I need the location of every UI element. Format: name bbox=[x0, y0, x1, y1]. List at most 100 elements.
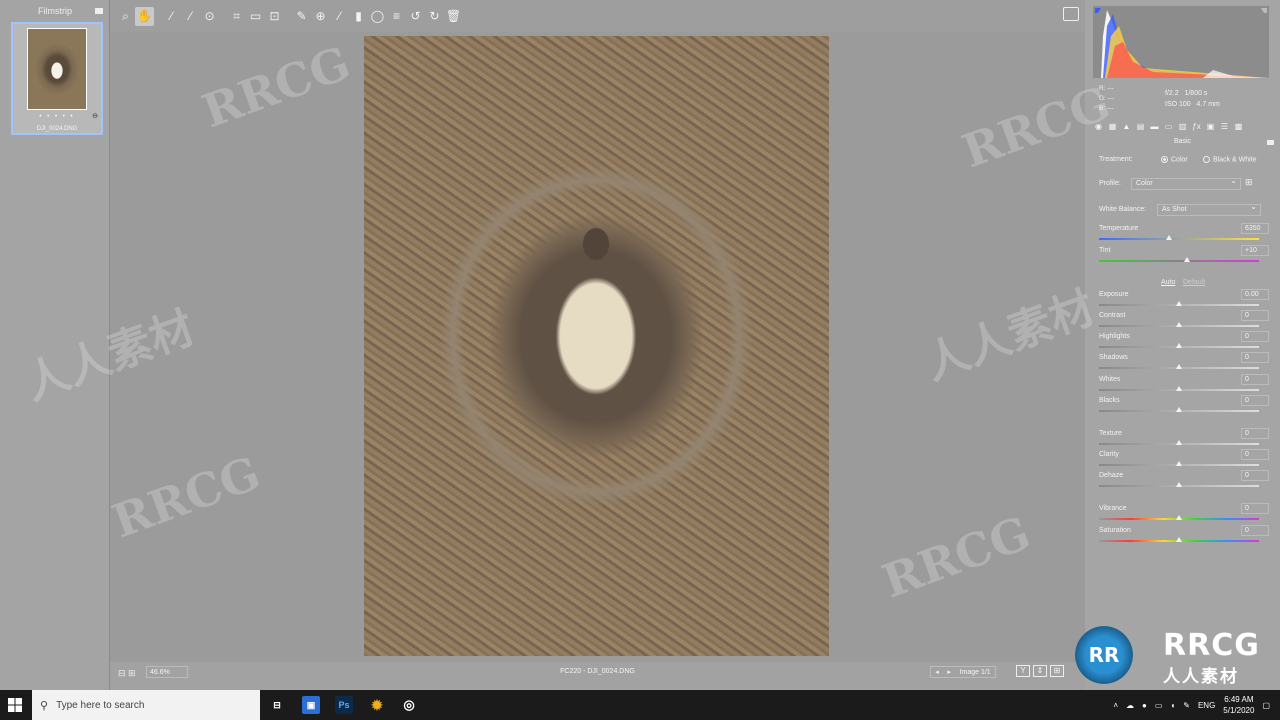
chevron-up-icon[interactable]: ˄ bbox=[1113, 701, 1118, 710]
color-sampler-icon[interactable]: ⁄ bbox=[181, 7, 200, 26]
treatment-color-radio[interactable]: Color bbox=[1161, 156, 1188, 163]
auto-link[interactable]: Auto bbox=[1161, 279, 1175, 286]
highlights-slider-thumb[interactable] bbox=[1176, 343, 1182, 348]
temperature-slider[interactable] bbox=[1099, 235, 1259, 240]
copy-settings-button[interactable]: ⊞ bbox=[1050, 665, 1064, 677]
cloud-icon[interactable]: ☁ bbox=[1126, 701, 1134, 710]
targeted-adjust-icon[interactable]: ⊙ bbox=[200, 7, 219, 26]
filmstrip-thumbnail[interactable]: • • • • • ⊖ DJI_0024.DNG bbox=[11, 22, 103, 135]
red-eye-icon[interactable]: ⊕ bbox=[311, 7, 330, 26]
default-link[interactable]: Default bbox=[1183, 279, 1205, 286]
volume-icon[interactable]: ◖ bbox=[1170, 701, 1175, 710]
contrast-slider[interactable] bbox=[1099, 322, 1259, 327]
dehaze-slider-thumb[interactable] bbox=[1176, 482, 1182, 487]
white-balance-icon[interactable]: ⁄ bbox=[162, 7, 181, 26]
tone-curve-tab-icon[interactable]: ▦ bbox=[1107, 122, 1118, 132]
texture-slider[interactable] bbox=[1099, 440, 1259, 445]
saturation-slider-thumb[interactable] bbox=[1176, 537, 1182, 542]
shadows-slider[interactable] bbox=[1099, 364, 1259, 369]
hsl-tab-icon[interactable]: ▤ bbox=[1135, 122, 1146, 132]
shadow-clipping-icon[interactable] bbox=[1095, 8, 1101, 14]
straighten-icon[interactable]: ▭ bbox=[246, 7, 265, 26]
crop-icon[interactable]: ⌗ bbox=[227, 7, 246, 26]
vibrance-slider[interactable] bbox=[1099, 515, 1259, 520]
blacks-slider[interactable] bbox=[1099, 407, 1259, 412]
temperature-slider-track[interactable] bbox=[1099, 238, 1259, 240]
dehaze-value-field[interactable]: 0 bbox=[1241, 470, 1269, 481]
adjustment-brush-icon[interactable]: ⁄ bbox=[330, 7, 349, 26]
rotate-left-icon[interactable]: ↺ bbox=[406, 7, 425, 26]
clock[interactable]: 6:49 AM 5/1/2020 bbox=[1223, 694, 1254, 716]
vibrance-value-field[interactable]: 0 bbox=[1241, 503, 1269, 514]
thumbnail-settings-icon[interactable]: ⊖ bbox=[92, 112, 98, 120]
transform-icon[interactable]: ⊡ bbox=[265, 7, 284, 26]
windows-start-icon[interactable] bbox=[8, 698, 22, 712]
shadows-value-field[interactable]: 0 bbox=[1241, 352, 1269, 363]
lens-tab-icon[interactable]: ▭ bbox=[1163, 122, 1174, 132]
highlights-slider[interactable] bbox=[1099, 343, 1259, 348]
temperature-slider-thumb[interactable] bbox=[1166, 235, 1173, 240]
zoom-icon[interactable]: ⌕ bbox=[116, 7, 135, 26]
shadows-slider-thumb[interactable] bbox=[1176, 364, 1182, 369]
saturation-slider[interactable] bbox=[1099, 537, 1259, 542]
swap-button[interactable]: ⇕ bbox=[1033, 665, 1047, 677]
contrast-value-field[interactable]: 0 bbox=[1241, 310, 1269, 321]
save-app-icon[interactable]: ▣ bbox=[302, 696, 320, 714]
white-balance-select[interactable]: As Shot bbox=[1157, 202, 1261, 216]
thumbnail-rating[interactable]: • • • • • bbox=[13, 114, 101, 120]
exposure-slider[interactable] bbox=[1099, 301, 1259, 306]
radial-filter-icon[interactable]: ◯ bbox=[368, 7, 387, 26]
photo-preview[interactable] bbox=[364, 36, 829, 656]
temperature-value-field[interactable]: 6350 bbox=[1241, 223, 1269, 234]
blacks-value-field[interactable]: 0 bbox=[1241, 395, 1269, 406]
next-image-icon[interactable]: ▸ bbox=[947, 668, 951, 676]
highlight-clipping-icon[interactable] bbox=[1261, 8, 1267, 14]
highlights-value-field[interactable]: 0 bbox=[1241, 331, 1269, 342]
app-circle-icon[interactable]: ◎ bbox=[400, 696, 418, 714]
treatment-bw-radio[interactable]: Black & White bbox=[1203, 156, 1257, 163]
filmstrip-menu-icon[interactable] bbox=[95, 8, 103, 14]
profile-browser-icon[interactable]: ⊞ bbox=[1245, 177, 1253, 188]
network-icon[interactable]: ▭ bbox=[1155, 701, 1163, 710]
whites-slider-thumb[interactable] bbox=[1176, 386, 1182, 391]
task-view-icon[interactable]: ⊟ bbox=[268, 696, 286, 714]
preferences-icon[interactable]: ≡ bbox=[387, 7, 406, 26]
clarity-slider[interactable] bbox=[1099, 461, 1259, 466]
spot-removal-icon[interactable]: ✎ bbox=[292, 7, 311, 26]
whites-slider[interactable] bbox=[1099, 386, 1259, 391]
before-after-button[interactable]: Y bbox=[1016, 665, 1030, 677]
preview-canvas[interactable] bbox=[110, 32, 1085, 662]
snapshots-tab-icon[interactable]: ▩ bbox=[1233, 122, 1244, 132]
tint-value-field[interactable]: +10 bbox=[1241, 245, 1269, 256]
vibrance-slider-thumb[interactable] bbox=[1176, 515, 1182, 520]
language-indicator[interactable]: ENG bbox=[1198, 701, 1215, 710]
effects-tab-icon[interactable]: ƒx bbox=[1191, 122, 1202, 132]
tint-slider-track[interactable] bbox=[1099, 260, 1259, 262]
basic-tab-icon[interactable]: ◉ bbox=[1093, 122, 1104, 132]
transform-tab-icon[interactable]: ▥ bbox=[1177, 122, 1188, 132]
split-toning-tab-icon[interactable]: ▬ bbox=[1149, 122, 1160, 132]
image-navigator[interactable]: ◂ ▸ Image 1/1 bbox=[930, 666, 996, 678]
calibration-tab-icon[interactable]: ▣ bbox=[1205, 122, 1216, 132]
app-sun-icon[interactable]: ✹ bbox=[368, 696, 386, 714]
exposure-slider-thumb[interactable] bbox=[1176, 301, 1182, 306]
dehaze-slider[interactable] bbox=[1099, 482, 1259, 487]
saturation-value-field[interactable]: 0 bbox=[1241, 525, 1269, 536]
rotate-right-icon[interactable]: ↻ bbox=[425, 7, 444, 26]
whites-value-field[interactable]: 0 bbox=[1241, 374, 1269, 385]
panel-menu-icon[interactable] bbox=[1267, 140, 1274, 145]
taskbar-search-box[interactable]: ⚲ Type here to search bbox=[32, 690, 260, 720]
graduated-filter-icon[interactable]: ▮ bbox=[349, 7, 368, 26]
clarity-value-field[interactable]: 0 bbox=[1241, 449, 1269, 460]
tint-slider-thumb[interactable] bbox=[1184, 257, 1190, 262]
tint-slider[interactable] bbox=[1099, 257, 1259, 262]
profile-select[interactable]: Color bbox=[1131, 176, 1241, 190]
presets-tab-icon[interactable]: ☰ bbox=[1219, 122, 1230, 132]
hand-icon[interactable]: ✋ bbox=[135, 6, 154, 26]
trash-icon[interactable]: 🗑 bbox=[444, 7, 463, 26]
prev-image-icon[interactable]: ◂ bbox=[935, 668, 939, 676]
notifications-icon[interactable]: ▢ bbox=[1262, 701, 1270, 710]
contrast-slider-thumb[interactable] bbox=[1176, 322, 1182, 327]
pen-icon[interactable]: ✎ bbox=[1183, 701, 1190, 710]
detail-tab-icon[interactable]: ▲ bbox=[1121, 122, 1132, 132]
